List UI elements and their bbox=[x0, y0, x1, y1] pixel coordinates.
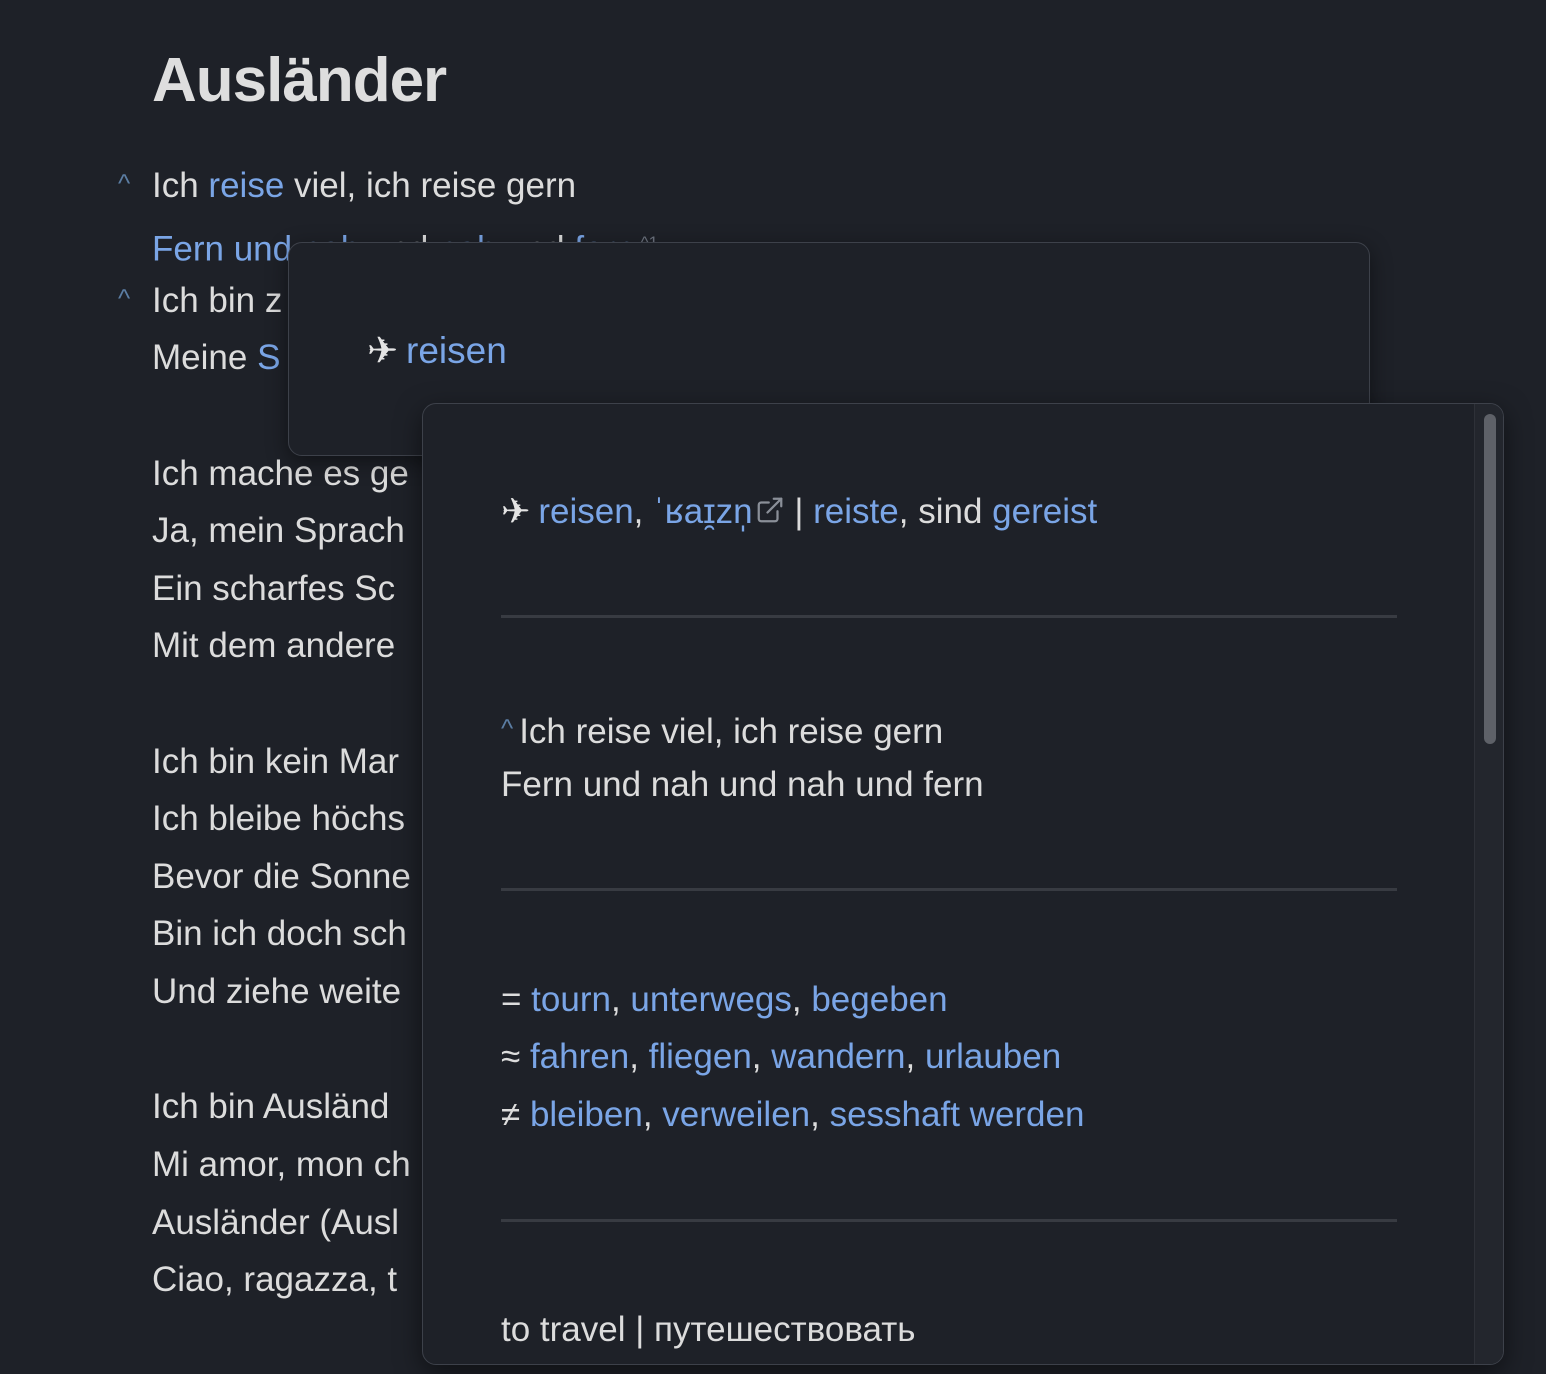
comma: , bbox=[642, 1095, 663, 1134]
comma: , bbox=[610, 980, 631, 1019]
link-s[interactable]: S bbox=[257, 338, 280, 377]
external-link-icon[interactable] bbox=[755, 492, 785, 536]
separator: | bbox=[784, 492, 814, 531]
lyric-line-12: Bin ich doch sch bbox=[152, 914, 407, 953]
hover-preview-large[interactable]: ✈ reisen, ˈʁaɪ̯zn̩ | reiste, sind gereist… bbox=[422, 403, 1504, 1365]
separator-text: , sind bbox=[898, 492, 993, 531]
link-similar[interactable]: fahren bbox=[530, 1037, 629, 1076]
comma: , bbox=[751, 1037, 772, 1076]
link-similar[interactable]: urlauben bbox=[925, 1037, 1061, 1076]
comma: , bbox=[905, 1037, 925, 1076]
lyric-line-8: Mit dem andere bbox=[152, 626, 396, 665]
comma: , bbox=[791, 980, 812, 1019]
lyric-line-15: Mi amor, mon ch bbox=[152, 1145, 411, 1184]
fold-caret-2[interactable]: ^ bbox=[118, 283, 130, 313]
divider bbox=[501, 615, 1397, 618]
lyric-line-1: Ich reise viel, ich reise gern bbox=[152, 164, 576, 208]
lyric-text: Meine bbox=[152, 338, 258, 377]
link-similar[interactable]: fliegen bbox=[649, 1037, 752, 1076]
equals-symbol: = bbox=[501, 980, 532, 1019]
fold-caret[interactable]: ^ bbox=[501, 713, 513, 743]
preview-headword: ✈ reisen bbox=[367, 329, 507, 373]
scrollbar-thumb[interactable] bbox=[1484, 414, 1496, 744]
synonyms-line: = tourn, unterwegs, begeben bbox=[501, 978, 948, 1022]
ipa-link[interactable]: ˈʁaɪ̯zn̩ bbox=[653, 492, 753, 531]
not-equal-symbol: ≠ bbox=[501, 1095, 530, 1134]
page-title: Ausländer bbox=[152, 46, 447, 115]
link-reisen[interactable]: reisen bbox=[406, 330, 507, 371]
quote-line-1: ^ Ich reise viel, ich reise gern bbox=[501, 706, 943, 754]
approx-symbol: ≈ bbox=[501, 1037, 530, 1076]
lyric-line-4: Meine S bbox=[152, 336, 280, 380]
lyric-line-10: Ich bleibe höchs bbox=[152, 799, 405, 838]
link-reiste[interactable]: reiste bbox=[813, 492, 899, 531]
lyric-line-7: Ein scharfes Sc bbox=[152, 569, 396, 608]
similar-line: ≈ fahren, fliegen, wandern, urlauben bbox=[501, 1035, 1061, 1079]
airplane-icon: ✈ bbox=[367, 330, 399, 371]
link-antonym[interactable]: verweilen bbox=[662, 1095, 810, 1134]
link-similar[interactable]: wandern bbox=[771, 1037, 905, 1076]
scrollbar-track[interactable] bbox=[1474, 404, 1503, 1364]
lyric-line-16: Ausländer (Ausl bbox=[152, 1203, 400, 1242]
comma: , bbox=[810, 1095, 830, 1134]
lyric-line-5: Ich mache es ge bbox=[152, 454, 409, 493]
separator: , bbox=[633, 492, 654, 531]
link-synonym[interactable]: begeben bbox=[811, 980, 947, 1019]
lyric-line-17: Ciao, ragazza, t bbox=[152, 1260, 398, 1299]
airplane-icon: ✈ bbox=[501, 492, 531, 531]
fold-caret-1[interactable]: ^ bbox=[118, 168, 130, 198]
link-reise[interactable]: reise bbox=[208, 166, 284, 205]
link-antonym[interactable]: sesshaft werden bbox=[830, 1095, 1085, 1134]
lyric-line-13: Und ziehe weite bbox=[152, 972, 402, 1011]
divider bbox=[501, 1219, 1397, 1222]
link-antonym[interactable]: bleiben bbox=[530, 1095, 643, 1134]
link-synonym[interactable]: unterwegs bbox=[630, 980, 791, 1019]
divider bbox=[501, 888, 1397, 891]
lyric-line-11: Bevor die Sonne bbox=[152, 857, 411, 896]
lyric-line-9: Ich bin kein Mar bbox=[152, 742, 400, 781]
lyric-text: viel, ich reise gern bbox=[284, 166, 577, 205]
translation-line: to travel | путешествовать bbox=[501, 1310, 916, 1349]
quote-text: Ich reise viel, ich reise gern bbox=[519, 712, 944, 751]
comma: , bbox=[629, 1037, 649, 1076]
lyric-text: Ich bbox=[152, 166, 209, 205]
link-gereist[interactable]: gereist bbox=[992, 492, 1097, 531]
antonyms-line: ≠ bleiben, verweilen, sesshaft werden bbox=[501, 1093, 1084, 1137]
link-synonym[interactable]: tourn bbox=[531, 980, 611, 1019]
lyric-line-14: Ich bin Ausländ bbox=[152, 1087, 390, 1126]
link-reisen[interactable]: reisen bbox=[538, 492, 633, 531]
lyric-line-3: Ich bin z bbox=[152, 281, 283, 320]
quote-line-2: Fern und nah und nah und fern bbox=[501, 765, 984, 804]
entry-header: ✈ reisen, ˈʁaɪ̯zn̩ | reiste, sind gereist bbox=[501, 490, 1097, 536]
lyric-line-6: Ja, mein Sprach bbox=[152, 511, 405, 550]
